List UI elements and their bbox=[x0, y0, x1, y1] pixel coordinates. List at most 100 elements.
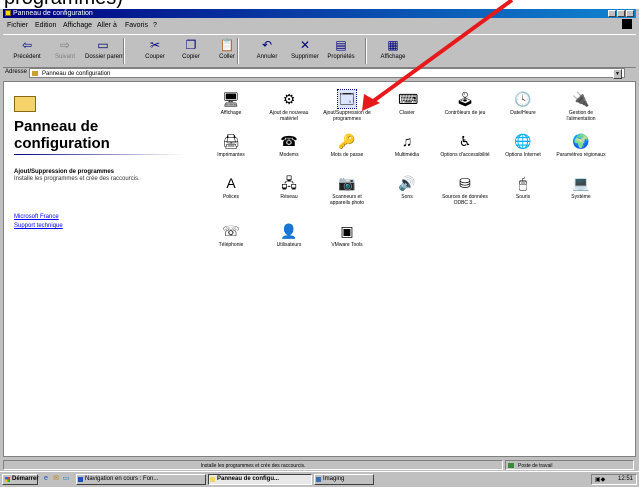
toolbar-button-up-folder[interactable]: ▭ Dossier parent bbox=[85, 37, 124, 65]
close-button[interactable] bbox=[626, 10, 634, 17]
control-panel-item-label: Polices bbox=[222, 194, 240, 200]
network-icon: 🖧 bbox=[281, 175, 297, 191]
control-panel-folder-icon bbox=[14, 96, 36, 112]
computer-icon bbox=[508, 463, 514, 468]
task-label: Imaging bbox=[323, 476, 345, 482]
control-panel-item-label: Paramètres régionaux bbox=[556, 152, 606, 158]
maximize-button[interactable] bbox=[617, 10, 625, 17]
control-panel-item-accessibility[interactable]: ♿ Options d'accessibilité bbox=[440, 132, 490, 158]
toolbar-button-label: Propriétés bbox=[327, 54, 355, 60]
tray-icons[interactable]: ▣◆ bbox=[595, 477, 605, 483]
multimedia-icon: ♫ bbox=[401, 133, 413, 149]
control-panel-item-add-remove-programs[interactable]: 🗔 Ajout/Suppression de programmes bbox=[322, 89, 372, 122]
menu-go[interactable]: Aller à bbox=[97, 19, 117, 33]
minimize-button[interactable] bbox=[608, 10, 616, 17]
task-control-panel[interactable]: Panneau de configu... bbox=[208, 474, 312, 485]
task-label: Navigation en cours : Fon... bbox=[85, 476, 159, 482]
address-label: Adresse bbox=[5, 69, 28, 75]
control-panel-item-label: Multimédia bbox=[394, 152, 420, 158]
toolbar-button-scissors[interactable]: ✂ Couper bbox=[137, 37, 173, 65]
up-folder-icon: ▭ bbox=[97, 38, 109, 52]
menu-file[interactable]: Fichier bbox=[7, 19, 28, 33]
control-panel-item-power-management[interactable]: 🔌 Gestion de l'alimentation bbox=[556, 90, 606, 122]
control-panel-item-network[interactable]: 🖧 Réseau bbox=[264, 174, 314, 200]
toolbar-button-views[interactable]: ▦ Affichage bbox=[375, 37, 411, 65]
scissors-icon: ✂ bbox=[149, 38, 161, 52]
keyboard-icon: ⌨ bbox=[398, 91, 419, 107]
control-panel-item-add-hardware[interactable]: ⚙ Ajout de nouveau matériel bbox=[264, 90, 314, 122]
control-panel-item-sounds[interactable]: 🔊 Sons bbox=[382, 174, 432, 200]
control-panel-item-internet-options[interactable]: 🌐 Options Internet bbox=[498, 132, 548, 158]
control-panel-item-label: Options d'accessibilité bbox=[440, 152, 490, 158]
toolbar-button-properties[interactable]: ▤ Propriétés bbox=[323, 37, 359, 65]
control-panel-item-fonts[interactable]: A Polices bbox=[206, 174, 256, 200]
toolbar-button-paste[interactable]: 📋 Coller bbox=[209, 37, 245, 65]
folder-icon bbox=[32, 71, 38, 76]
control-panel-item-telephony[interactable]: ☏ Téléphonie bbox=[206, 222, 256, 248]
selected-item-heading: Ajout/Suppression de programmes bbox=[14, 169, 115, 175]
vmware-tools-icon: ▣ bbox=[340, 223, 354, 239]
control-panel-item-label: Options Internet bbox=[505, 152, 541, 158]
system-icon: 💻 bbox=[572, 175, 590, 191]
control-panel-item-game-controllers[interactable]: 🕹 Contrôleurs de jeu bbox=[440, 90, 490, 116]
properties-icon: ▤ bbox=[335, 38, 347, 52]
control-panel-item-users[interactable]: 👤 Utilisateurs bbox=[264, 222, 314, 248]
users-icon: 👤 bbox=[280, 223, 298, 239]
control-panel-item-mouse[interactable]: 🖱 Souris bbox=[498, 174, 548, 200]
menu-edit[interactable]: Edition bbox=[35, 19, 56, 33]
toolbar-button-label: Coller bbox=[219, 54, 235, 60]
title-bar[interactable]: Panneau de configuration bbox=[3, 9, 636, 18]
control-panel-item-date-time[interactable]: 🕓 Date/Heure bbox=[498, 90, 548, 116]
control-panel-item-vmware-tools[interactable]: ▣ VMware Tools bbox=[322, 222, 372, 248]
toolbar-separator bbox=[237, 38, 239, 64]
address-field[interactable]: Panneau de configuration ▼ bbox=[29, 68, 625, 79]
fonts-icon: A bbox=[226, 175, 236, 191]
link-support-technique[interactable]: Support technique bbox=[14, 223, 63, 229]
control-panel-item-display[interactable]: 🖥 Affichage bbox=[206, 90, 256, 116]
control-panel-item-odbc[interactable]: ⛁ Sources de données ODBC 3... bbox=[440, 174, 490, 206]
control-panel-item-label: Modems bbox=[279, 152, 299, 158]
task-imaging[interactable]: Imaging bbox=[314, 474, 374, 485]
outlook-quicklaunch-icon[interactable]: ✉ bbox=[52, 475, 60, 483]
window-title: Panneau de configuration bbox=[13, 10, 93, 17]
start-button[interactable]: Démarrer bbox=[2, 474, 39, 485]
control-panel-item-modems[interactable]: ☎ Modems bbox=[264, 132, 314, 158]
ie-quicklaunch-icon[interactable]: e bbox=[42, 475, 50, 483]
web-view-pane: Panneau de configuration Ajout/Suppressi… bbox=[4, 82, 194, 456]
folder-icon bbox=[210, 477, 215, 482]
address-bar: Adresse Panneau de configuration ▼ bbox=[3, 68, 636, 79]
menu-help[interactable]: ? bbox=[153, 19, 157, 33]
toolbar-button-delete[interactable]: ✕ Supprimer bbox=[287, 37, 323, 65]
address-value: Panneau de configuration bbox=[42, 71, 111, 77]
menu-favorites[interactable]: Favoris bbox=[125, 19, 148, 33]
toolbar-button-forward-arrow[interactable]: ⇨ Suivant bbox=[47, 37, 83, 65]
control-panel-item-label: Sons bbox=[401, 194, 413, 200]
paste-icon: 📋 bbox=[219, 38, 235, 52]
task-browser[interactable]: Navigation en cours : Fon... bbox=[76, 474, 206, 485]
toolbar-button-label: Suivant bbox=[54, 54, 75, 60]
control-panel-item-label: Imprimantes bbox=[217, 152, 245, 158]
date-time-icon: 🕓 bbox=[514, 91, 532, 107]
control-panel-item-label: Souris bbox=[515, 194, 531, 200]
control-panel-item-label: Ajout de nouveau matériel bbox=[269, 110, 309, 122]
control-panel-item-passwords[interactable]: 🔑 Mots de passe bbox=[322, 132, 372, 158]
toolbar-button-back-arrow[interactable]: ⇦ Précédent bbox=[9, 37, 45, 65]
menu-view[interactable]: Affichage bbox=[63, 19, 92, 33]
toolbar-button-copy[interactable]: ❐ Copier bbox=[173, 37, 209, 65]
accessibility-icon: ♿ bbox=[458, 133, 472, 149]
link-microsoft-france[interactable]: Microsoft France bbox=[14, 214, 59, 220]
selected-item-description: Installe les programmes et crée des racc… bbox=[14, 176, 140, 182]
chevron-down-icon[interactable]: ▼ bbox=[613, 69, 622, 79]
control-panel-item-label: Affichage bbox=[220, 110, 242, 116]
control-panel-item-keyboard[interactable]: ⌨ Clavier bbox=[382, 90, 432, 116]
control-panel-item-system[interactable]: 💻 Système bbox=[556, 174, 606, 200]
delete-icon: ✕ bbox=[299, 38, 311, 52]
task-label: Panneau de configu... bbox=[217, 476, 280, 482]
control-panel-item-multimedia[interactable]: ♫ Multimédia bbox=[382, 132, 432, 158]
toolbar-button-undo[interactable]: ↶ Annuler bbox=[249, 37, 285, 65]
control-panel-item-scanners-cameras[interactable]: 📷 Scanneurs et appareils photo bbox=[322, 174, 372, 206]
control-panel-item-regional-settings[interactable]: 🌍 Paramètres régionaux bbox=[556, 132, 606, 158]
control-panel-item-printers[interactable]: 🖨 Imprimantes bbox=[206, 132, 256, 158]
desktop-quicklaunch-icon[interactable]: ▭ bbox=[62, 475, 70, 483]
control-panel-item-label: Sources de données ODBC 3... bbox=[442, 194, 488, 206]
